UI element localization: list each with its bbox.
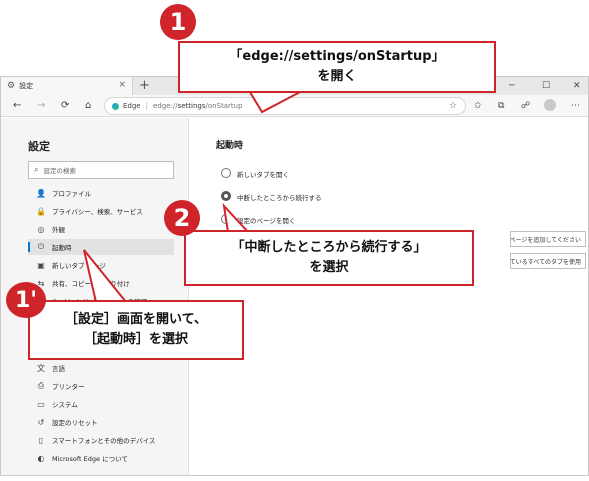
favorites-icon[interactable]: ✩	[474, 99, 482, 113]
sidebar-item-profiles[interactable]: 👤 プロファイル	[28, 185, 174, 201]
collections-icon[interactable]: ⧉	[498, 99, 504, 113]
sidebar-item-system[interactable]: ▭ システム	[28, 396, 174, 412]
sidebar-item-new-tab-page[interactable]: ▣ 新しいタブ ページ	[28, 257, 174, 273]
toolbar: ← → ⟳ ⌂ Edge | edge://settings/onStartup…	[1, 95, 588, 117]
sidebar-item-label: スマートフォンとその他のデバイス	[52, 437, 156, 445]
sidebar-item-reset[interactable]: ↺ 設定のリセット	[28, 414, 174, 430]
url-prefix: edge://	[152, 102, 178, 110]
option-label: 新しいタブを開く	[237, 171, 289, 179]
tab-settings[interactable]: ⚙ 設定 ×	[1, 77, 133, 95]
sidebar-item-label: 新しいタブ ページ	[52, 262, 106, 270]
gear-icon: ⚙	[7, 81, 16, 91]
search-placeholder: 設定の検索	[43, 167, 76, 175]
avatar[interactable]	[544, 99, 556, 111]
callout-1-line-1: 「edge://settings/onStartup」	[229, 49, 445, 64]
sidebar-item-label: 言語	[52, 365, 65, 373]
callout-2-line-1: 「中断したところから続行する」	[231, 240, 427, 255]
close-tab-icon[interactable]: ×	[118, 80, 126, 90]
sidebar-item-label: 外観	[52, 226, 65, 234]
settings-search-input[interactable]: ⌕ 設定の検索	[28, 161, 174, 179]
sidebar-item-label: システム	[52, 401, 78, 409]
edge-icon: ◐	[37, 453, 45, 463]
close-window-button[interactable]: ✕	[573, 79, 581, 93]
home-button[interactable]: ⌂	[85, 99, 91, 113]
sidebar-item-label: 起動時	[52, 244, 72, 252]
favorite-star-icon[interactable]: ☆	[449, 101, 457, 111]
callout-2-line-2: を選択	[309, 260, 349, 275]
sidebar-item-label: プライバシー、検索、サービス	[52, 208, 143, 216]
sidebar-title: 設定	[28, 140, 50, 153]
sidebar-item-appearance[interactable]: ◎ 外観	[28, 221, 174, 237]
callout-1-prime: ［設定］画面を開いて、 ［起動時］を選択	[28, 300, 244, 360]
reset-icon: ↺	[37, 417, 45, 427]
sidebar-item-about-edge[interactable]: ◐ Microsoft Edge について	[28, 450, 174, 466]
site-label: Edge	[123, 102, 141, 110]
sidebar-item-on-startup[interactable]: ⏻ 起動時	[28, 239, 174, 255]
address-bar[interactable]: Edge | edge://settings/onStartup ☆	[104, 97, 466, 115]
language-icon: 文	[37, 363, 45, 373]
minimize-button[interactable]: ─	[509, 79, 514, 93]
phone-icon: ▯	[38, 435, 44, 445]
callout-1-line-2: を開く	[317, 69, 357, 84]
address-separator: |	[145, 102, 148, 110]
forward-button[interactable]: →	[37, 99, 45, 113]
edge-logo-icon	[112, 102, 119, 110]
sidebar-item-label: プリンター	[52, 383, 85, 391]
lock-icon: 🔒	[36, 206, 46, 216]
sidebar-item-privacy[interactable]: 🔒 プライバシー、検索、サービス	[28, 203, 174, 219]
section-title: 起動時	[216, 141, 244, 151]
option-label: 設定のページを開く	[237, 217, 296, 225]
sidebar-item-share-copy-paste[interactable]: ⇆ 共有、コピーして貼り付け	[28, 275, 174, 291]
back-button[interactable]: ←	[13, 99, 21, 113]
system-icon: ▭	[37, 399, 45, 409]
sidebar-item-label: プロファイル	[52, 190, 91, 198]
step-number-1: 1	[160, 4, 196, 40]
new-tab-button[interactable]: +	[139, 78, 150, 94]
extensions-icon[interactable]: ☍	[521, 99, 530, 113]
step-number-1-prime: 1'	[6, 282, 46, 318]
settings-main: 起動時 新しいタブを開く 中断したところから続行する 設定のページを開く 新しい…	[190, 118, 588, 475]
radio-open-new-tab[interactable]	[221, 168, 231, 178]
printer-icon: ⎙	[37, 381, 45, 390]
url-path: /onStartup	[205, 102, 243, 110]
add-new-page-button[interactable]: 新しいページを追加してください	[510, 231, 586, 247]
callout-2: 「中断したところから続行する」 を選択	[184, 230, 474, 286]
callout-1p-line-1: ［設定］画面を開いて、	[65, 312, 207, 327]
sidebar-item-phone-devices[interactable]: ▯ スマートフォンとその他のデバイス	[28, 432, 174, 448]
radio-continue-where-left-off[interactable]	[221, 191, 231, 201]
callout-1: 「edge://settings/onStartup」 を開く	[178, 41, 496, 93]
sidebar-item-label: 設定のリセット	[52, 419, 98, 427]
sidebar-item-languages[interactable]: 文言語	[28, 360, 174, 376]
more-menu-icon[interactable]: ⋯	[571, 99, 580, 113]
sidebar-item-label: 共有、コピーして貼り付け	[52, 280, 130, 288]
power-icon: ⏻	[37, 242, 45, 251]
tab-title: 設定	[19, 82, 34, 90]
url-host: settings	[177, 102, 206, 110]
profile-icon: 👤	[36, 188, 46, 198]
callout-1p-line-2: ［起動時］を選択	[83, 332, 188, 347]
sidebar-item-printers[interactable]: ⎙ プリンター	[28, 378, 174, 394]
step-number-2: 2	[164, 200, 200, 236]
appearance-icon: ◎	[37, 224, 45, 234]
radio-open-specific-pages[interactable]	[221, 214, 231, 224]
sidebar-item-label: Microsoft Edge について	[52, 455, 128, 463]
use-all-open-tabs-button[interactable]: 開いているすべてのタブを使用	[510, 253, 586, 269]
option-label: 中断したところから続行する	[237, 194, 322, 202]
refresh-button[interactable]: ⟳	[61, 99, 69, 113]
maximize-button[interactable]: ☐	[542, 79, 550, 93]
new-tab-page-icon: ▣	[37, 260, 45, 270]
search-icon: ⌕	[34, 165, 39, 174]
